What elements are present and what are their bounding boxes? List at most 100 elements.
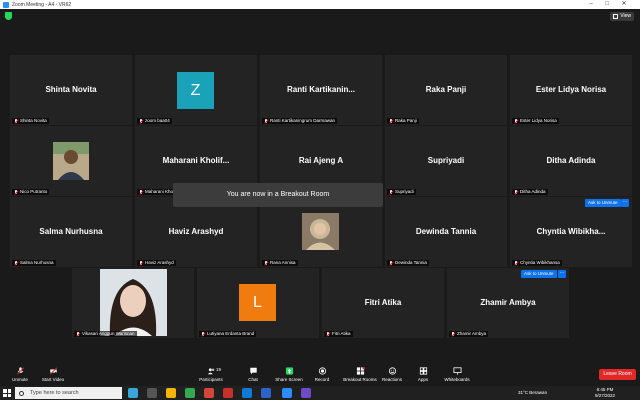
participant-tile[interactable]: Z zoom baa04 [135,55,257,125]
mic-muted-icon [389,118,393,124]
chat-button[interactable]: Chat [233,364,273,386]
more-options-button[interactable]: ··· [558,270,566,278]
participant-label: Ester Lidya Norisa [512,118,559,124]
participant-label: Ranti Kartikaningrum Darmawan [262,118,338,124]
edge-icon[interactable] [242,388,252,398]
participant-tile[interactable]: Supriyadi Supriyadi [385,126,507,196]
maximize-button[interactable]: □ [600,0,614,9]
weather-widget-icon[interactable] [128,388,138,398]
view-label: View [620,13,631,19]
windows-start-icon[interactable] [3,389,11,397]
participant-tile[interactable]: Nico Putranto [10,126,132,196]
powerpoint-icon[interactable] [223,388,233,398]
ask-to-unmute-button[interactable]: Ask to Unmute [521,270,557,278]
participant-tile[interactable]: Shinta Novita Shinta Novita [10,55,132,125]
participant-tile[interactable]: Zhamir Ambya Zhamir Ambya [447,268,569,338]
participant-label: Zhamir Ambya [449,331,489,337]
zoom-app-icon [3,1,9,8]
weather-status[interactable]: 31°C Berawan [518,386,547,400]
mic-muted-icon [514,118,518,124]
participant-tile[interactable]: Ditha Adinda Ditha Adinda [510,126,632,196]
participants-icon [207,368,214,375]
chrome-icon[interactable] [204,388,214,398]
excel-icon[interactable] [185,388,195,398]
participant-label: Vikasari Anggun Warisnan [74,331,137,337]
participant-tile[interactable]: Salma Nurhusna Salma Nurhusna [10,197,132,267]
window-title: Zoom Meeting - A4 - VR62 [12,1,72,8]
record-label: Record [314,377,330,382]
grid-icon [613,14,619,19]
start-video-button[interactable]: Start Video [33,364,73,386]
participant-photo [100,269,167,336]
file-explorer-icon[interactable] [166,388,176,398]
participant-photo [302,213,339,250]
participant-label: Salma Nurhusna [12,260,56,266]
participant-tile[interactable]: Ranti Kartikanin... Ranti Kartikaningrum… [260,55,382,125]
teams-icon[interactable] [301,388,311,398]
participant-label: Shinta Novita [12,118,49,124]
participant-label: Lutiyana Erdanta Brand [199,331,257,337]
record-button[interactable]: Record [302,364,342,386]
whiteboards-button[interactable]: Whiteboards [437,364,477,386]
participants-label: Participants [199,377,223,382]
more-options-button[interactable]: ··· [621,199,629,207]
whiteboard-icon [453,367,461,375]
mic-muted-icon [14,118,18,124]
participant-tile[interactable]: Rana Annisa [260,197,382,267]
mic-muted-icon [264,118,268,124]
mic-muted-icon [201,331,205,337]
mic-muted-icon [451,331,455,337]
participant-name: Salma Nurhusna [39,227,103,236]
participant-label: Raka Panji [387,118,419,124]
participant-name: Ranti Kartikanin... [286,85,355,94]
participants-count: 19 [216,367,222,372]
mic-muted-icon [264,260,268,266]
participants-button[interactable]: Participants [191,364,231,386]
window-titlebar: Zoom Meeting - A4 - VR62 – □ ✕ [0,0,640,9]
ask-to-unmute-button[interactable]: Ask to Unmute [585,199,621,207]
mic-muted-icon [14,189,18,195]
apps-icon [419,367,427,375]
breakout-room-notice: You are now in a Breakout Room [173,183,383,207]
mic-muted-icon [76,331,80,337]
participant-label: Nico Putranto [12,189,50,195]
chat-label: Chat [248,377,258,382]
participant-tile[interactable]: Fitri Atika Fitri Atika [322,268,444,338]
start-video-label: Start Video [41,377,65,382]
participant-tile[interactable]: Haviz Arashyd Haviz Arashyd [135,197,257,267]
whiteboards-label: Whiteboards [444,377,470,382]
task-view-icon[interactable] [147,388,157,398]
participant-label: Ditha Adinda [512,189,548,195]
close-window-button[interactable]: ✕ [617,0,631,9]
participant-tile[interactable]: L Lutiyana Erdanta Brand [197,268,319,338]
participant-name: Rai Ajeng A [298,156,344,165]
shield-icon[interactable] [5,12,12,20]
chat-icon [249,367,257,375]
participant-label: Dewinda Tannia [387,260,429,266]
participant-name: Fitri Atika [364,298,402,307]
participant-tile[interactable]: Dewinda Tannia Dewinda Tannia [385,197,507,267]
participant-tile[interactable]: Chyntia Wibikha... Chyntia Wibikhansa [510,197,632,267]
view-button[interactable]: View [610,12,634,21]
mic-muted-icon [514,260,518,266]
participant-name: Dewinda Tannia [415,227,477,236]
zoom-taskbar-icon[interactable] [282,388,292,398]
windows-taskbar: Type here to search 31°C Berawan 6:45 PM… [0,386,640,400]
participant-tile[interactable]: Vikasari Anggun Warisnan [72,268,194,338]
reactions-icon [388,367,396,375]
participant-tile[interactable]: Raka Panji Raka Panji [385,55,507,125]
taskbar-clock[interactable]: 6:45 PM 9/27/2022 [595,387,615,399]
participant-name: Maharani Kholif... [162,156,230,165]
mic-muted-icon [14,260,18,266]
word-icon[interactable] [261,388,271,398]
participant-name: Chyntia Wibikha... [536,227,606,236]
minimize-button[interactable]: – [584,0,598,9]
mic-muted-icon [326,331,330,337]
video-off-icon [49,367,57,375]
participant-tile[interactable]: Ester Lidya Norisa Ester Lidya Norisa [510,55,632,125]
breakout-rooms-icon [356,367,365,375]
participant-label: Chyntia Wibikhansa [512,260,562,266]
taskbar-search-input[interactable]: Type here to search [15,387,122,399]
mic-muted-icon [514,189,518,195]
leave-room-button[interactable]: Leave Room [599,369,636,380]
